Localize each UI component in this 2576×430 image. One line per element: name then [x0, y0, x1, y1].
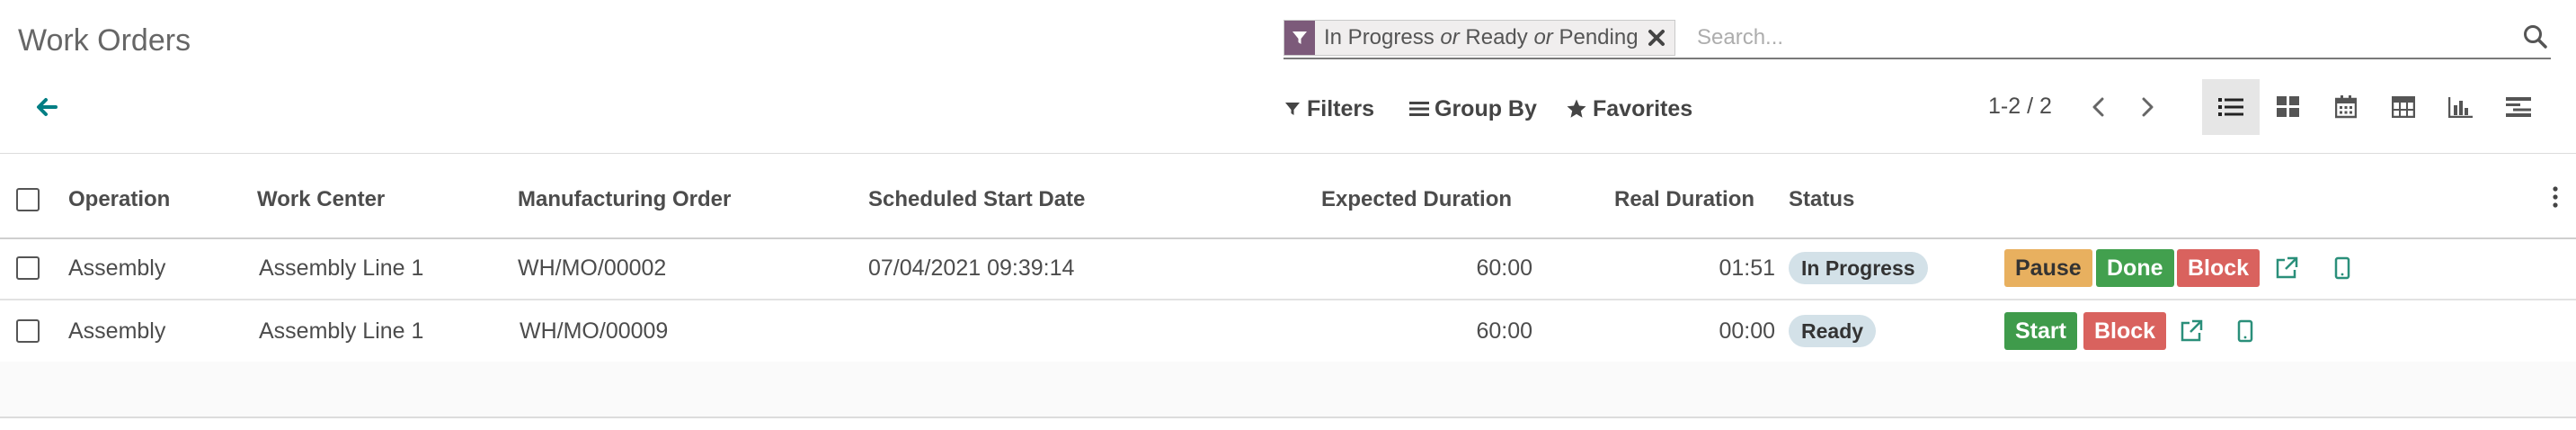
- column-work-center[interactable]: Work Center: [257, 162, 385, 237]
- pause-button[interactable]: Pause: [2004, 249, 2092, 287]
- calendar-icon: [2335, 95, 2357, 119]
- group-by-label: Group By: [1435, 95, 1537, 121]
- facet-values: In Progress or Ready or Pending: [1324, 25, 1639, 49]
- table-icon: [2392, 96, 2415, 118]
- status-badge: Ready: [1789, 315, 1877, 347]
- table-header: Operation Work Center Manufacturing Orde…: [0, 162, 2576, 239]
- column-manufacturing-order[interactable]: Manufacturing Order: [518, 162, 731, 237]
- remove-facet-icon[interactable]: [1646, 27, 1667, 49]
- filters-label: Filters: [1307, 95, 1375, 121]
- chevron-right-icon[interactable]: [2134, 94, 2161, 121]
- cell-real-duration: 00:00: [1719, 318, 1775, 344]
- kanban-view-button[interactable]: [2260, 79, 2317, 135]
- row-checkbox[interactable]: [16, 319, 40, 343]
- cell-work-center: Assembly Line 1: [259, 318, 424, 344]
- chevron-left-icon[interactable]: [2085, 94, 2112, 121]
- bars-icon: [1409, 102, 1429, 116]
- cell-expected-duration: 60:00: [1476, 255, 1532, 281]
- filters-button[interactable]: Filters: [1284, 94, 1374, 124]
- row-checkbox[interactable]: [16, 256, 40, 280]
- cell-operation: Assembly: [68, 318, 166, 344]
- column-operation[interactable]: Operation: [68, 162, 170, 237]
- cell-manufacturing-order: WH/MO/00002: [518, 255, 667, 281]
- start-button[interactable]: Start: [2004, 312, 2077, 350]
- column-expected-duration[interactable]: Expected Duration: [1321, 162, 1512, 237]
- group-by-button[interactable]: Group By: [1409, 94, 1537, 124]
- table-row[interactable]: Assembly Assembly Line 1 WH/MO/00009 60:…: [0, 300, 2576, 363]
- gantt-view-button[interactable]: [2490, 79, 2547, 135]
- block-button[interactable]: Block: [2083, 312, 2167, 350]
- cell-expected-duration: 60:00: [1476, 318, 1532, 344]
- filter-icon: [1284, 21, 1315, 55]
- search-facet: In Progress or Ready or Pending: [1284, 20, 1675, 56]
- table-row[interactable]: Assembly Assembly Line 1 WH/MO/00002 07/…: [0, 237, 2576, 300]
- table-bottom-border: [0, 417, 2576, 418]
- star-icon: [1567, 99, 1586, 118]
- pager-value[interactable]: 1-2 / 2: [1988, 94, 2052, 120]
- search-icon[interactable]: [2522, 23, 2549, 50]
- graph-view-button[interactable]: [2432, 79, 2490, 135]
- column-status[interactable]: Status: [1789, 162, 1854, 237]
- column-scheduled-start-date[interactable]: Scheduled Start Date: [868, 162, 1085, 237]
- block-button[interactable]: Block: [2177, 249, 2261, 287]
- favorites-button[interactable]: Favorites: [1566, 94, 1692, 124]
- select-all-checkbox[interactable]: [16, 188, 40, 211]
- search-bar: In Progress or Ready or Pending: [1284, 18, 2551, 59]
- cell-operation: Assembly: [68, 255, 166, 281]
- control-panel: Work Orders In Progress or Ready or Pend…: [0, 0, 2576, 154]
- kanban-icon: [2277, 96, 2299, 117]
- status-badge: In Progress: [1789, 252, 1928, 284]
- cell-real-duration: 01:51: [1719, 255, 1775, 281]
- optional-columns-icon[interactable]: [2549, 184, 2562, 211]
- column-real-duration[interactable]: Real Duration: [1614, 162, 1754, 237]
- gantt-icon: [2506, 97, 2531, 117]
- calendar-view-button[interactable]: [2317, 79, 2375, 135]
- list-view-button[interactable]: [2202, 79, 2260, 135]
- tablet-icon[interactable]: [2233, 318, 2258, 344]
- cell-work-center: Assembly Line 1: [259, 255, 424, 281]
- filter-icon: [1285, 103, 1300, 115]
- bar-chart-icon: [2448, 97, 2473, 118]
- done-button[interactable]: Done: [2096, 249, 2174, 287]
- external-link-icon[interactable]: [2274, 255, 2299, 281]
- cell-manufacturing-order: WH/MO/00009: [520, 318, 669, 344]
- view-switcher: [2202, 79, 2547, 135]
- list-icon: [2218, 98, 2243, 116]
- external-link-icon[interactable]: [2179, 318, 2204, 344]
- empty-row-area: [0, 362, 2576, 417]
- pivot-view-button[interactable]: [2375, 79, 2432, 135]
- cell-scheduled-start-date: 07/04/2021 09:39:14: [868, 255, 1075, 281]
- favorites-label: Favorites: [1593, 95, 1693, 121]
- tablet-icon[interactable]: [2330, 255, 2355, 281]
- page-title: Work Orders: [18, 23, 191, 58]
- back-arrow-icon[interactable]: [32, 94, 59, 121]
- search-input[interactable]: [1697, 22, 2488, 54]
